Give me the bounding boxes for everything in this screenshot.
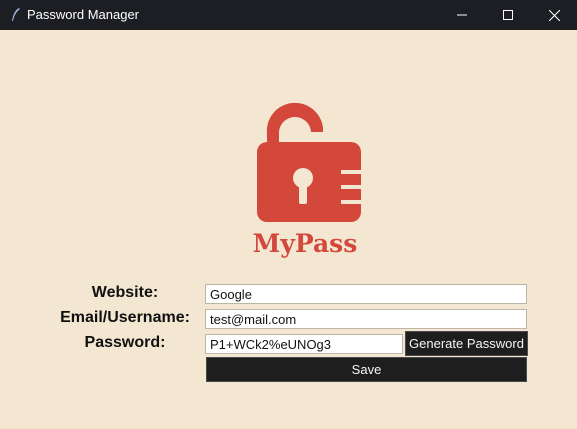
- website-input[interactable]: [205, 284, 527, 304]
- website-label: Website:: [91, 284, 159, 301]
- minimize-button[interactable]: [439, 0, 485, 30]
- minimize-icon: [457, 14, 467, 16]
- padlock-icon: [257, 102, 361, 222]
- logo-text: MyPass: [253, 229, 358, 258]
- email-input[interactable]: [205, 309, 527, 329]
- mypass-logo: MyPass: [253, 102, 361, 258]
- email-label: Email/Username:: [60, 309, 190, 326]
- window-title: Password Manager: [27, 7, 139, 22]
- maximize-button[interactable]: [485, 0, 531, 30]
- password-input[interactable]: [205, 334, 403, 354]
- maximize-icon: [503, 10, 513, 20]
- generate-password-button[interactable]: Generate Password: [405, 331, 528, 356]
- password-label: Password:: [84, 334, 166, 351]
- feather-icon: [12, 8, 20, 21]
- close-button[interactable]: [531, 0, 577, 30]
- window-titlebar: Password Manager: [0, 0, 577, 30]
- save-button[interactable]: Save: [206, 357, 527, 382]
- close-icon: [548, 9, 560, 21]
